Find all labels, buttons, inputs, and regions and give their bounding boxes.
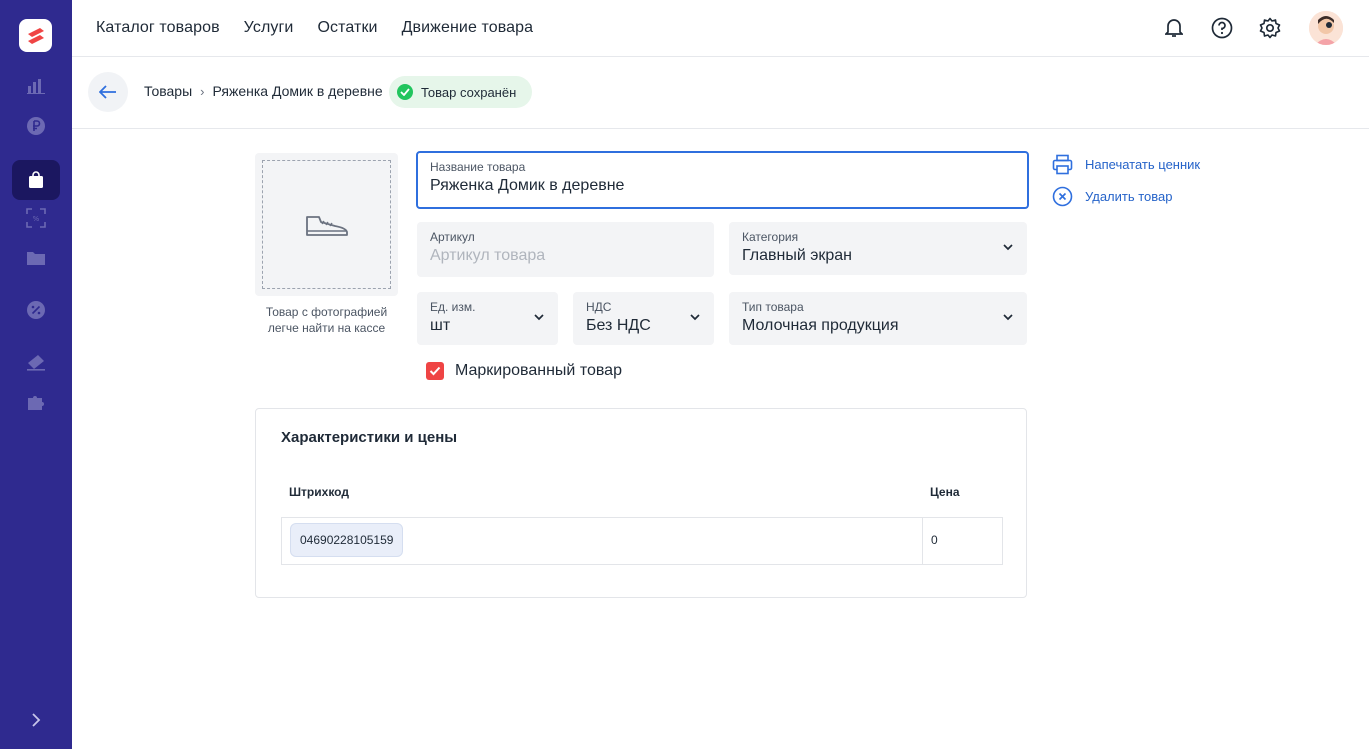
top-navigation: Каталог товаров Услуги Остатки Движение … — [96, 19, 533, 37]
shoe-icon — [305, 215, 348, 236]
user-avatar[interactable] — [1309, 11, 1343, 45]
sidebar-item-finance[interactable] — [21, 111, 51, 141]
nav-services[interactable]: Услуги — [244, 19, 294, 37]
characteristics-panel: Характеристики и цены Штрихкод Цена 0469… — [255, 408, 1027, 598]
top-icons — [1160, 11, 1343, 45]
characteristics-title: Характеристики и цены — [281, 429, 458, 446]
top-bar: Каталог товаров Услуги Остатки Движение … — [72, 0, 1369, 57]
price-cell[interactable]: 0 — [931, 533, 938, 547]
chevron-right-icon — [32, 713, 41, 727]
check-circle-icon — [397, 84, 413, 100]
category-value: Главный экран — [742, 247, 853, 264]
help-button[interactable] — [1208, 11, 1235, 45]
percent-badge-icon — [27, 301, 45, 319]
nav-movement[interactable]: Движение товара — [402, 19, 534, 37]
app-logo[interactable] — [19, 19, 52, 52]
help-icon — [1211, 17, 1232, 39]
sidebar-item-integrations[interactable] — [21, 387, 51, 417]
chevron-down-icon — [1003, 244, 1013, 251]
avatar-illustration-icon — [1309, 11, 1343, 45]
vat-value: Без НДС — [586, 317, 651, 334]
breadcrumb-products-link[interactable]: Товары — [144, 83, 192, 99]
sku-label: Артикул — [430, 230, 475, 244]
chevron-down-icon — [690, 314, 700, 321]
unit-select[interactable]: Ед. изм. шт — [417, 292, 558, 345]
print-price-tag-button[interactable]: Напечатать ценник — [1052, 154, 1200, 175]
photo-dropzone[interactable] — [262, 160, 391, 289]
vat-label: НДС — [586, 300, 612, 314]
bell-icon — [1164, 19, 1183, 37]
svg-text:%: % — [33, 215, 40, 223]
sku-field[interactable]: Артикул Артикул товара — [417, 222, 714, 277]
category-select[interactable]: Категория Главный экран — [729, 222, 1027, 275]
breadcrumb-bar: Товары › Ряженка Домик в деревне Товар с… — [72, 57, 1369, 129]
ruble-coin-icon — [27, 117, 45, 135]
column-divider — [922, 518, 923, 564]
nav-stock[interactable]: Остатки — [317, 19, 377, 37]
sidebar-item-reports[interactable] — [21, 71, 51, 101]
status-badge-label: Товар сохранён — [421, 84, 517, 100]
unit-value: шт — [430, 317, 451, 334]
close-circle-icon — [1052, 186, 1073, 207]
photo-upload[interactable] — [255, 153, 398, 296]
marked-product-checkbox-row[interactable]: Маркированный товар — [426, 362, 622, 380]
gear-icon — [1259, 17, 1280, 39]
status-badge: Товар сохранён — [389, 76, 533, 108]
nav-catalog[interactable]: Каталог товаров — [96, 19, 220, 37]
folder-icon — [27, 252, 45, 265]
product-name-value[interactable]: Ряженка Домик в деревне — [430, 177, 1014, 195]
sidebar-item-documents[interactable] — [21, 243, 51, 273]
table-row[interactable]: 04690228105159 0 — [281, 517, 1003, 565]
product-name-field[interactable]: Название товара Ряженка Домик в деревне — [416, 151, 1029, 209]
notifications-button[interactable] — [1160, 11, 1187, 45]
ticket-icon — [27, 355, 45, 371]
category-label: Категория — [742, 230, 799, 244]
barcode-chip[interactable]: 04690228105159 — [290, 523, 404, 557]
chevron-down-icon — [534, 314, 544, 321]
unit-label: Ед. изм. — [430, 300, 476, 314]
sidebar: % — [0, 0, 72, 749]
marked-product-checkbox[interactable] — [426, 362, 444, 380]
column-header-barcode: Штрихкод — [289, 485, 349, 499]
chevron-down-icon — [1003, 314, 1013, 321]
breadcrumb-separator-icon: › — [200, 83, 205, 99]
delete-product-button[interactable]: Удалить товар — [1052, 186, 1173, 207]
breadcrumb-current: Ряженка Домик в деревне — [212, 83, 383, 99]
sidebar-item-loyalty[interactable] — [21, 347, 51, 377]
sidebar-item-promotions[interactable] — [21, 295, 51, 325]
product-name-label: Название товара — [430, 160, 526, 174]
sidebar-expand-button[interactable] — [24, 708, 48, 732]
product-type-select[interactable]: Тип товара Молочная продукция — [729, 292, 1027, 345]
back-button[interactable] — [88, 72, 128, 112]
product-type-label: Тип товара — [742, 300, 804, 314]
settings-button[interactable] — [1256, 11, 1283, 45]
column-header-price: Цена — [930, 485, 960, 499]
sku-placeholder[interactable]: Артикул товара — [430, 247, 701, 265]
delete-product-label[interactable]: Удалить товар — [1085, 189, 1173, 204]
vat-select[interactable]: НДС Без НДС — [573, 292, 714, 345]
sidebar-item-products[interactable] — [21, 165, 51, 195]
arrow-left-icon — [99, 85, 116, 99]
breadcrumb: Товары › Ряженка Домик в деревне — [144, 83, 383, 99]
photo-hint: Товар с фотографией легче найти на кассе — [265, 305, 388, 335]
print-price-tag-label[interactable]: Напечатать ценник — [1085, 157, 1200, 172]
puzzle-icon — [28, 396, 44, 410]
product-type-value: Молочная продукция — [742, 317, 899, 334]
marked-product-label[interactable]: Маркированный товар — [455, 362, 622, 380]
logo-mark-icon — [27, 27, 44, 44]
printer-icon — [1052, 154, 1073, 175]
scan-percent-icon: % — [26, 208, 46, 228]
sidebar-item-discounts[interactable]: % — [21, 203, 51, 233]
checkmark-icon — [429, 366, 441, 376]
bar-chart-icon — [27, 79, 45, 94]
shopping-bag-icon — [29, 171, 43, 188]
